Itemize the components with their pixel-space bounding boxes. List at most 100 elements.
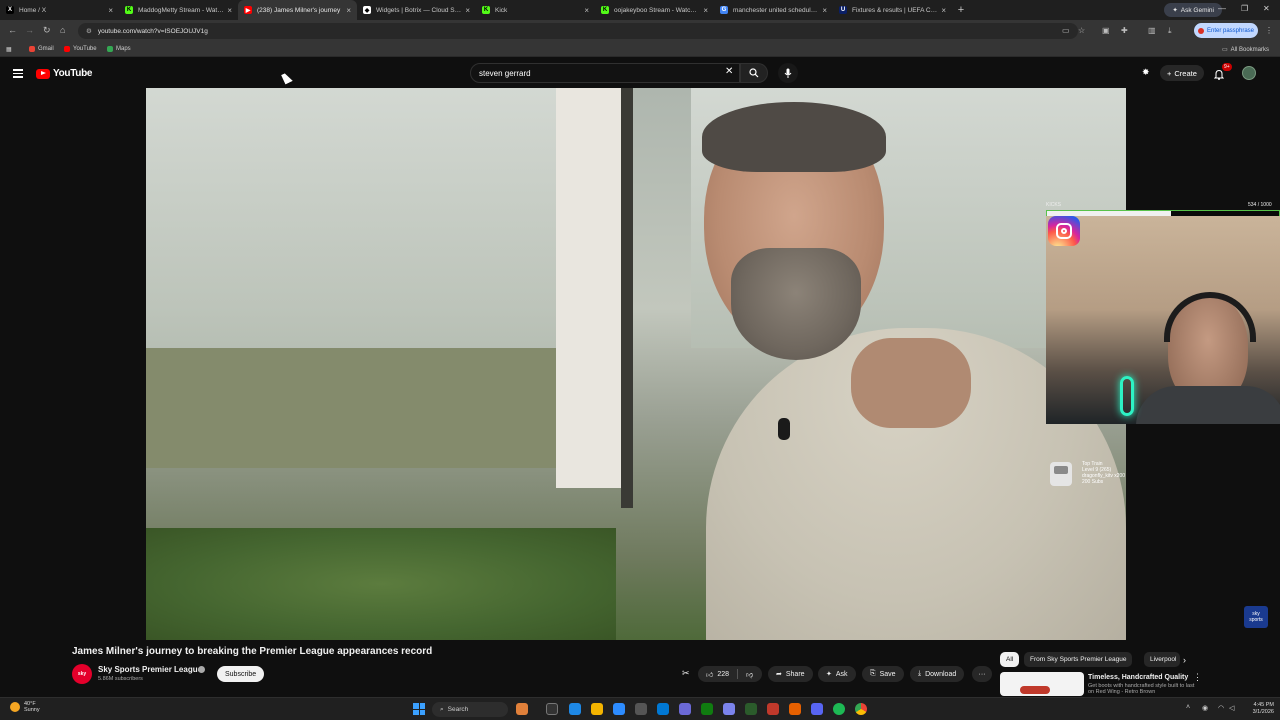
tab-close-icon[interactable]: × xyxy=(465,6,470,15)
enter-passphrase-button[interactable]: Enter passphrase xyxy=(1194,23,1258,38)
close-window-icon[interactable]: ✕ xyxy=(1263,4,1270,13)
ad-title[interactable]: Timeless, Handcrafted Quality xyxy=(1088,674,1188,681)
address-bar[interactable]: ⚙ youtube.com/watch?v=ISOEJOUJV1g xyxy=(78,23,1078,39)
teams-app-icon[interactable] xyxy=(723,703,735,715)
voice-search-button[interactable] xyxy=(778,63,798,83)
browser-menu-icon[interactable]: ⋮ xyxy=(1265,26,1273,35)
more-actions-button[interactable]: ··· xyxy=(972,666,992,682)
tray-app-icon[interactable]: ◉ xyxy=(1202,704,1208,712)
channel-avatar[interactable]: sky xyxy=(72,664,92,684)
split-view-icon[interactable]: ▥ xyxy=(1148,26,1156,35)
browser-tab[interactable]: K MaddogMetty Stream - Watch Live on Kick… xyxy=(119,0,238,20)
subscriber-count: 5.86M subscribers xyxy=(98,676,143,682)
clip-icon[interactable]: ✂ xyxy=(682,668,690,679)
minimize-icon[interactable]: — xyxy=(1218,4,1226,13)
back-icon[interactable]: ← xyxy=(8,25,17,35)
bookmark-maps[interactable]: Maps xyxy=(107,46,131,52)
browser-tab[interactable]: X Home / X × xyxy=(0,0,119,20)
extension-puzzle-icon[interactable]: ✸ xyxy=(1142,67,1150,78)
window-frame xyxy=(621,88,633,508)
weather-widget[interactable]: 40°F Sunny xyxy=(10,701,40,713)
windows-start-icon[interactable] xyxy=(413,703,425,715)
tab-favicon-icon: K xyxy=(601,6,609,14)
browser-tab[interactable]: ▶ (238) James Milner's journey × xyxy=(238,0,357,20)
discord-app-icon[interactable] xyxy=(811,703,823,715)
ask-gemini-button[interactable]: ✦ Ask Gemini xyxy=(1164,3,1222,17)
new-tab-button[interactable]: + xyxy=(952,4,970,16)
tab-close-icon[interactable]: × xyxy=(346,6,351,15)
file-explorer-icon[interactable] xyxy=(591,703,603,715)
save-button[interactable]: ⎘ Save xyxy=(862,666,904,682)
share-label: Share xyxy=(785,670,805,678)
account-avatar[interactable] xyxy=(1242,66,1256,80)
bookmark-star-icon[interactable]: ☆ xyxy=(1078,26,1085,35)
tray-chevron-icon[interactable]: ˄ xyxy=(1186,704,1190,711)
channel-name[interactable]: Sky Sports Premier League xyxy=(98,665,202,674)
apps-icon[interactable]: ▦ xyxy=(6,46,12,53)
extension-icon[interactable]: ▣ xyxy=(1102,26,1110,35)
wifi-icon[interactable]: ◠ xyxy=(1218,704,1224,712)
spotify-app-icon[interactable] xyxy=(833,703,845,715)
bookmark-gmail[interactable]: Gmail xyxy=(29,46,54,52)
taskbar-search[interactable]: ⌕ Search xyxy=(432,702,508,717)
site-info-icon[interactable]: ⚙ xyxy=(86,27,92,35)
system-clock[interactable]: 4:45 PM 3/1/2026 xyxy=(1240,702,1274,716)
download-button[interactable]: ⤓ Download xyxy=(910,666,965,682)
chrome-app-icon[interactable] xyxy=(855,703,867,715)
tab-close-icon[interactable]: × xyxy=(822,6,827,15)
share-button[interactable]: ➦ Share xyxy=(768,666,813,682)
store-app-icon[interactable] xyxy=(613,703,625,715)
forward-icon[interactable]: → xyxy=(25,25,34,35)
search-input[interactable]: steven gerrard xyxy=(470,63,740,83)
ask-button[interactable]: ✦ Ask xyxy=(818,666,856,682)
youtube-logo[interactable]: YouTube xyxy=(36,68,93,79)
browser-tab[interactable]: ◆ Widgets | Botrix — Cloud Stream × xyxy=(357,0,476,20)
tab-close-icon[interactable]: × xyxy=(108,6,113,15)
video-player[interactable] xyxy=(146,88,1126,640)
edge-app-icon[interactable] xyxy=(569,703,581,715)
bookmark-youtube[interactable]: YouTube xyxy=(64,46,97,52)
browser-tab[interactable]: K Kick × xyxy=(476,0,595,20)
create-button[interactable]: + Create xyxy=(1160,65,1204,81)
app-icon[interactable] xyxy=(767,703,779,715)
search-button[interactable] xyxy=(740,63,768,83)
puzzle-icon[interactable]: ✚ xyxy=(1121,26,1128,35)
restore-icon[interactable]: ❐ xyxy=(1241,4,1248,13)
chip-from-channel[interactable]: From Sky Sports Premier League xyxy=(1024,652,1133,667)
terminal-app-icon[interactable] xyxy=(745,703,757,715)
firefox-app-icon[interactable] xyxy=(789,703,801,715)
subscribe-button[interactable]: Subscribe xyxy=(217,666,265,682)
reload-icon[interactable]: ↻ xyxy=(43,25,51,36)
clear-search-icon[interactable]: ✕ xyxy=(725,66,733,77)
chip-liverpool[interactable]: Liverpool xyxy=(1144,652,1180,667)
tab-close-icon[interactable]: × xyxy=(584,6,589,15)
like-button[interactable]: 👍︎ 228 xyxy=(706,670,729,679)
app-icon[interactable] xyxy=(679,703,691,715)
home-icon[interactable]: ⌂ xyxy=(60,25,65,35)
hamburger-menu-icon[interactable] xyxy=(13,69,23,78)
ad-menu-icon[interactable]: ⋮ xyxy=(1193,672,1202,683)
all-bookmarks[interactable]: ▭ All Bookmarks xyxy=(1222,46,1270,54)
cast-icon[interactable]: ▭ xyxy=(1062,26,1070,35)
download-toolbar-icon[interactable]: ⤓ xyxy=(1168,26,1172,36)
tab-close-icon[interactable]: × xyxy=(941,6,946,15)
dislike-button[interactable]: 👎︎ xyxy=(746,670,753,679)
browser-tab[interactable]: U Fixtures & results | UEFA Champions Lea… xyxy=(833,0,952,20)
widgets-app-icon[interactable] xyxy=(516,703,528,715)
tab-favicon-icon: G xyxy=(720,6,728,14)
browser-tab[interactable]: Koojakeyboo Stream - Watch Live on Kick× xyxy=(595,0,714,20)
xbox-app-icon[interactable] xyxy=(701,703,713,715)
app-icon[interactable] xyxy=(657,703,669,715)
app-icon[interactable] xyxy=(635,703,647,715)
browser-tab[interactable]: Gmanchester united schedule - Google Sea… xyxy=(714,0,833,20)
ad-thumbnail[interactable] xyxy=(1000,672,1084,696)
task-view-icon[interactable] xyxy=(546,703,558,715)
tab-close-icon[interactable]: × xyxy=(227,6,232,15)
all-bookmarks-label: All Bookmarks xyxy=(1230,46,1270,53)
windows-taskbar: 40°F Sunny ⌕ Search ˄ ◉ ◠ ◁ 4:45 PM 3/1/202… xyxy=(0,697,1280,720)
youtube-icon xyxy=(64,46,70,52)
tab-close-icon[interactable]: × xyxy=(703,6,708,15)
chevron-right-icon[interactable]: › xyxy=(1183,655,1186,665)
chip-all[interactable]: All xyxy=(1000,652,1020,667)
volume-icon[interactable]: ◁ xyxy=(1229,704,1234,712)
